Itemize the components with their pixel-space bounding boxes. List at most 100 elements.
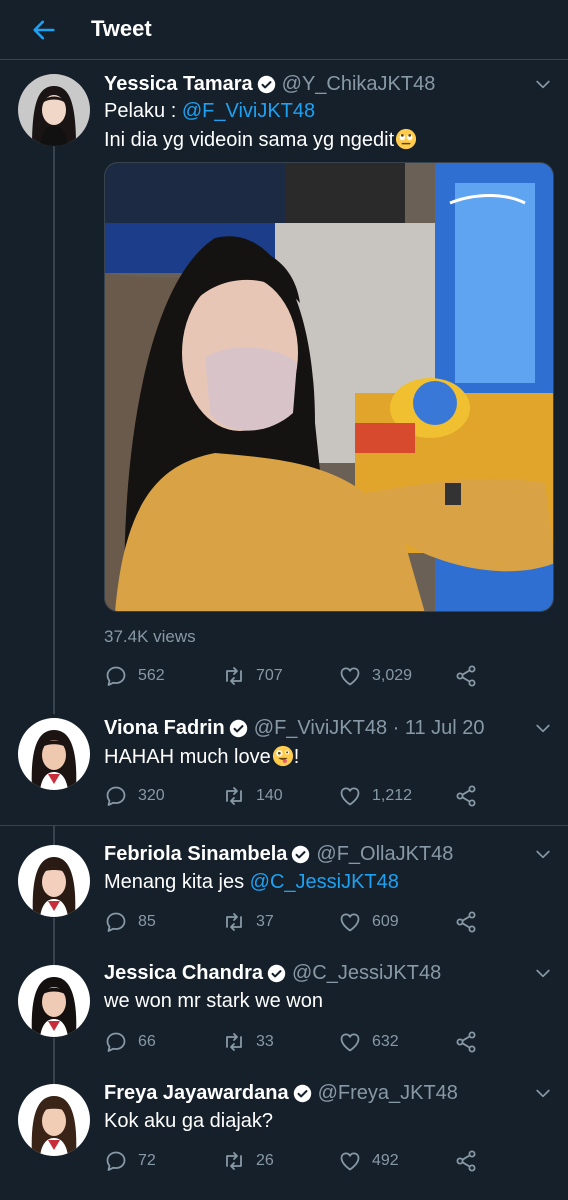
view-count: 37.4K views (104, 627, 196, 646)
author-display-name[interactable]: Yessica Tamara (104, 73, 253, 96)
tweet-text-line: we won mr stark we won (104, 990, 323, 1013)
divider (0, 825, 568, 826)
like-count: 492 (372, 1152, 399, 1169)
share-icon[interactable] (454, 1030, 478, 1054)
avatar[interactable] (18, 718, 90, 790)
mention-link[interactable]: @C_JessiJKT48 (250, 871, 399, 893)
heart-icon (340, 667, 360, 686)
share-icon[interactable] (454, 1149, 478, 1173)
author-handle[interactable]: @F_ViviJKT48 · 11 Jul 20 (254, 717, 485, 740)
reply-icon (106, 1032, 126, 1052)
retweet-button[interactable]: 37 (222, 910, 274, 934)
retweet-count: 37 (256, 913, 274, 930)
reply-count: 320 (138, 787, 165, 804)
author-handle[interactable]: @Y_ChikaJKT48 (282, 73, 436, 96)
tweet-text-line: Pelaku : @F_ViviJKT48 (104, 100, 315, 123)
tweet-text-line: Menang kita jes @C_JessiJKT48 (104, 871, 399, 894)
tweet-text: Pelaku : (104, 100, 182, 122)
tweet-text: we won mr stark we won (104, 990, 323, 1012)
chevron-down-icon[interactable] (533, 844, 553, 864)
like-button[interactable]: 609 (338, 910, 399, 934)
rolling-eyes-emoji-icon (396, 128, 417, 150)
verified-badge-icon (267, 964, 286, 983)
like-count: 632 (372, 1033, 399, 1050)
mention-link[interactable]: @F_ViviJKT48 (182, 100, 315, 122)
main-tweet[interactable]: Yessica Tamara @Y_ChikaJKT48 Pelaku : @F… (0, 0, 568, 715)
avatar[interactable] (18, 965, 90, 1037)
author-display-name[interactable]: Jessica Chandra (104, 962, 263, 985)
tweet-text: Menang kita jes (104, 871, 250, 893)
verified-badge-icon (292, 845, 310, 864)
action-bar: 66 33 632 (104, 1030, 544, 1054)
reply-count: 85 (138, 913, 156, 930)
author-display-name[interactable]: Viona Fadrin (104, 717, 225, 740)
action-bar: 320 140 1,212 (104, 784, 544, 808)
author-display-name[interactable]: Febriola Sinambela (104, 843, 287, 866)
chevron-down-icon[interactable] (533, 1083, 553, 1103)
tweet-text: ! (293, 746, 300, 768)
retweet-button[interactable]: 707 (222, 664, 283, 688)
heart-icon (340, 1033, 360, 1052)
retweet-icon (226, 913, 242, 931)
retweet-count: 26 (256, 1152, 274, 1169)
heart-icon (340, 1152, 360, 1171)
heart-icon (340, 913, 360, 932)
retweet-icon (226, 667, 242, 685)
retweet-count: 33 (256, 1033, 274, 1050)
video-media[interactable] (104, 162, 554, 612)
reply-button[interactable]: 72 (104, 1149, 156, 1173)
action-bar: 562 707 3,029 (104, 664, 544, 688)
heart-icon (340, 787, 360, 806)
reply-icon (106, 1151, 126, 1171)
avatar[interactable] (18, 845, 90, 917)
retweet-icon (226, 1033, 242, 1051)
like-button[interactable]: 1,212 (338, 784, 412, 808)
retweet-icon (226, 787, 242, 805)
thread-connector (53, 826, 55, 846)
chevron-down-icon[interactable] (533, 74, 553, 94)
share-icon[interactable] (454, 910, 478, 934)
like-button[interactable]: 632 (338, 1030, 399, 1054)
retweet-count: 140 (256, 787, 283, 804)
action-bar: 72 26 492 (104, 1149, 544, 1173)
share-icon[interactable] (454, 664, 478, 688)
tweet-text: Ini dia yg videoin sama yg ngedit (104, 129, 395, 151)
reply-icon (106, 786, 126, 806)
reply-count: 72 (138, 1152, 156, 1169)
avatar[interactable] (18, 74, 90, 146)
zany-face-emoji-icon (272, 745, 293, 767)
like-button[interactable]: 492 (338, 1149, 399, 1173)
reply-button[interactable]: 320 (104, 784, 165, 808)
chevron-down-icon[interactable] (533, 963, 553, 983)
author-handle[interactable]: @F_OllaJKT48 (316, 843, 453, 866)
share-icon[interactable] (454, 784, 478, 808)
author-display-name[interactable]: Freya Jayawardana (104, 1082, 289, 1105)
retweet-button[interactable]: 140 (222, 784, 283, 808)
action-bar: 85 37 609 (104, 910, 544, 934)
reply-button[interactable]: 562 (104, 664, 165, 688)
reply-count: 66 (138, 1033, 156, 1050)
thread-connector (53, 918, 55, 966)
retweet-count: 707 (256, 667, 283, 684)
reply-icon (106, 666, 126, 686)
like-count: 609 (372, 913, 399, 930)
author-handle[interactable]: @C_JessiJKT48 (292, 962, 441, 985)
avatar[interactable] (18, 1084, 90, 1156)
reply-button[interactable]: 85 (104, 910, 156, 934)
retweet-icon (226, 1152, 242, 1170)
author-handle[interactable]: @Freya_JKT48 (318, 1082, 458, 1105)
like-count: 3,029 (372, 667, 413, 684)
chevron-down-icon[interactable] (533, 718, 553, 738)
like-button[interactable]: 3,029 (338, 664, 412, 688)
verified-badge-icon (257, 75, 275, 94)
reply-count: 562 (138, 667, 165, 684)
verified-badge-icon (229, 719, 247, 738)
reply-button[interactable]: 66 (104, 1030, 156, 1054)
retweet-button[interactable]: 33 (222, 1030, 274, 1054)
tweet-text: HAHAH much love (104, 746, 271, 768)
retweet-button[interactable]: 26 (222, 1149, 274, 1173)
tweet-text-line: Kok aku ga diajak? (104, 1110, 273, 1133)
verified-badge-icon (293, 1084, 311, 1103)
tweet-text: Kok aku ga diajak? (104, 1110, 274, 1132)
tweet-text-line: Ini dia yg videoin sama yg ngedit (104, 128, 417, 152)
